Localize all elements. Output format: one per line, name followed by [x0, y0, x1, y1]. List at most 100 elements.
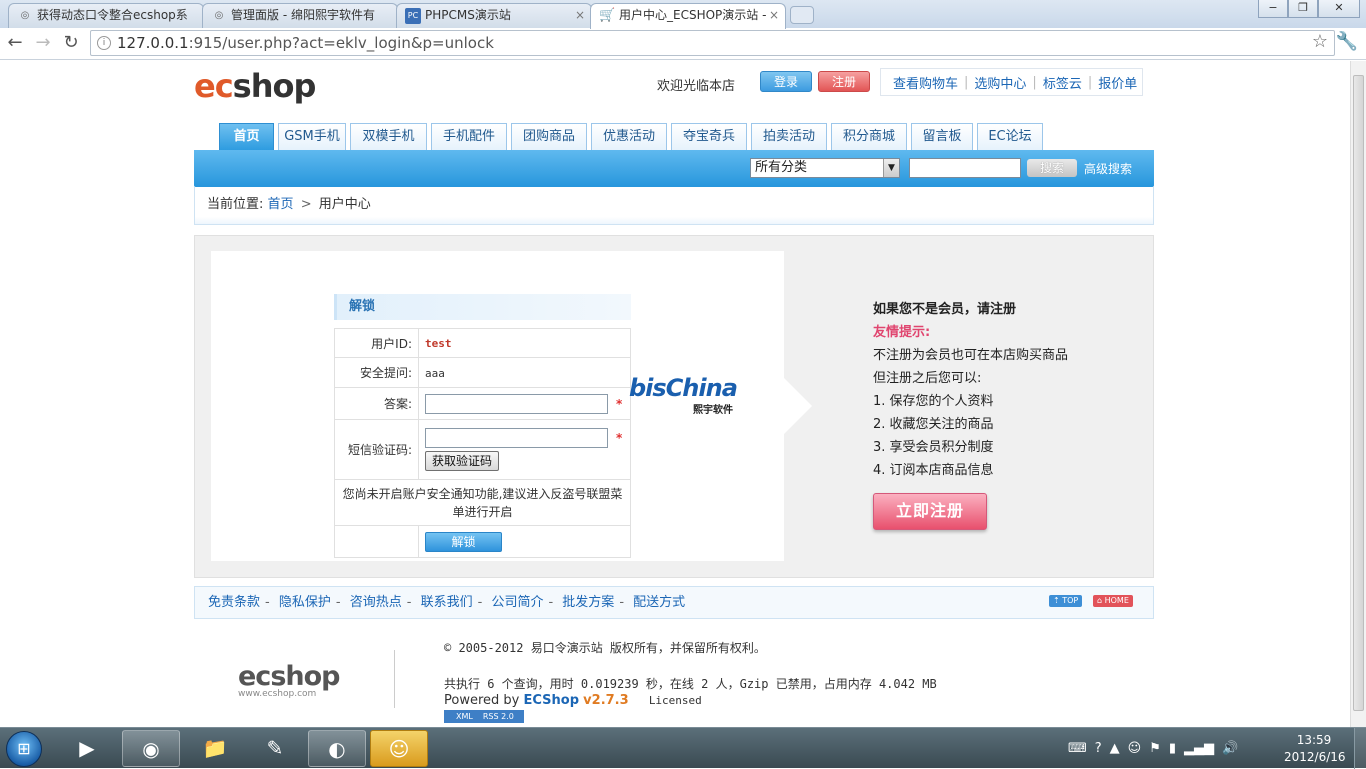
- close-tab-icon[interactable]: ×: [575, 4, 585, 26]
- footer-link[interactable]: 免责条款: [208, 595, 260, 610]
- keyboard-icon[interactable]: ⌨: [1068, 741, 1087, 756]
- network-icon[interactable]: ▂▄▆: [1184, 741, 1214, 756]
- login-button[interactable]: 登录: [760, 71, 812, 92]
- unlock-submit-button[interactable]: 解锁: [425, 531, 502, 552]
- nav-auction[interactable]: 拍卖活动: [751, 123, 827, 150]
- userid-label: 用户ID:: [334, 328, 419, 358]
- system-clock[interactable]: 13:59 2012/6/16: [1284, 732, 1346, 766]
- new-tab-button[interactable]: [790, 6, 814, 24]
- link-shopping-center[interactable]: 选购中心: [974, 73, 1026, 92]
- register-now-button[interactable]: 立即注册: [873, 493, 987, 530]
- battery-icon[interactable]: ▮: [1169, 741, 1176, 756]
- nav-group-buy[interactable]: 团购商品: [511, 123, 587, 150]
- required-mark: *: [616, 396, 623, 411]
- window-controls: − ❐ ✕: [1258, 0, 1360, 18]
- nav-dual-mode-phones[interactable]: 双模手机: [350, 123, 427, 150]
- sms-code-label: 短信验证码:: [334, 419, 419, 480]
- explorer-icon[interactable]: 📁: [186, 730, 244, 767]
- nav-message-board[interactable]: 留言板: [911, 123, 973, 150]
- nav-home[interactable]: 首页: [219, 123, 274, 150]
- footer-link[interactable]: 公司简介: [491, 595, 543, 610]
- unlock-panel: 解锁 用户ID: test 安全提问: aaa 答案: * 短信验证码: * 获…: [211, 251, 784, 561]
- globe-icon: ◎: [20, 10, 30, 21]
- volume-icon[interactable]: 🔊: [1222, 741, 1238, 756]
- sms-code-input[interactable]: [425, 428, 608, 448]
- media-player-icon[interactable]: ▶: [58, 730, 116, 767]
- cart-icon: 🛒: [599, 8, 616, 23]
- system-tray: ⌨ ? ▲ ☺ ⚑ ▮ ▂▄▆ 🔊: [1068, 728, 1238, 769]
- browser-tab-1[interactable]: ◎ 获得动态口令整合ecshop系: [8, 3, 204, 28]
- close-tab-icon[interactable]: ×: [769, 4, 779, 26]
- search-button[interactable]: 搜索: [1027, 159, 1077, 177]
- browser-tab-2[interactable]: ◎ 管理面版 - 绵阳熙宇软件有: [202, 3, 398, 28]
- help-icon[interactable]: ?: [1095, 741, 1102, 756]
- breadcrumb-home[interactable]: 首页: [268, 197, 294, 212]
- nav-promotions[interactable]: 优惠活动: [591, 123, 667, 150]
- ecshop-link[interactable]: ECShop: [524, 693, 580, 708]
- footer-link[interactable]: 隐私保护: [279, 595, 331, 610]
- app-icon[interactable]: ◐: [308, 730, 366, 767]
- nav-snatch[interactable]: 夺宝奇兵: [671, 123, 747, 150]
- nav-gsm-phones[interactable]: GSM手机: [278, 123, 346, 150]
- rss-feed-badge[interactable]: XML RSS 2.0: [444, 710, 524, 723]
- register-line: 但注册之后您可以:: [873, 371, 982, 386]
- browser-tab-strip: ◎ 获得动态口令整合ecshop系 ◎ 管理面版 - 绵阳熙宇软件有 PC PH…: [0, 0, 1366, 29]
- windows-taskbar: ⊞ ▶ ◉ 📁 ✎ ◐ ☺ ⌨ ? ▲ ☺ ⚑ ▮ ▂▄▆ 🔊 13:59 20…: [0, 727, 1366, 769]
- unlock-title: 解锁: [334, 294, 631, 320]
- start-button[interactable]: ⊞: [6, 731, 42, 767]
- page-info-icon[interactable]: i: [97, 36, 111, 50]
- answer-input[interactable]: [425, 393, 608, 414]
- chevron-up-icon[interactable]: ▲: [1110, 741, 1120, 756]
- show-desktop-button[interactable]: [1354, 728, 1366, 769]
- tab-title: PHPCMS演示站: [425, 8, 511, 22]
- ecshop-logo[interactable]: ecshop: [194, 67, 316, 105]
- wrench-menu-icon[interactable]: 🔧: [1336, 31, 1358, 52]
- clock-date: 2012/6/16: [1284, 750, 1346, 764]
- link-tag-cloud[interactable]: 标签云: [1043, 73, 1082, 92]
- chrome-icon[interactable]: ◉: [122, 730, 180, 767]
- panel-arrow: [784, 378, 812, 434]
- back-to-top-button[interactable]: ⇡ TOP: [1049, 595, 1083, 607]
- advanced-search-link[interactable]: 高级搜索: [1084, 160, 1132, 177]
- footer-link[interactable]: 批发方案: [562, 595, 614, 610]
- footer-link[interactable]: 配送方式: [633, 595, 685, 610]
- category-select-value: 所有分类: [755, 160, 808, 175]
- chevron-down-icon[interactable]: ▼: [883, 159, 899, 177]
- footer-link[interactable]: 咨询热点: [350, 595, 402, 610]
- search-input[interactable]: [909, 158, 1021, 178]
- get-code-button[interactable]: 获取验证码: [425, 451, 500, 471]
- footer-link[interactable]: 联系我们: [421, 595, 473, 610]
- qq-icon[interactable]: ☺: [370, 730, 428, 767]
- qq-tray-icon[interactable]: ☺: [1128, 741, 1142, 756]
- bookmark-star-icon[interactable]: ☆: [1312, 31, 1328, 52]
- register-title: 如果您不是会员，请注册: [873, 302, 1017, 317]
- register-benefit: 4. 订阅本店商品信息: [873, 463, 994, 478]
- answer-label: 答案:: [334, 387, 419, 420]
- browser-tab-4-active[interactable]: 🛒 用户中心_ECSHOP演示站 - ×: [590, 3, 786, 29]
- vertical-scrollbar[interactable]: [1350, 61, 1366, 727]
- notepad-icon[interactable]: ✎: [246, 730, 304, 767]
- flag-icon[interactable]: ⚑: [1149, 741, 1161, 756]
- register-button[interactable]: 注册: [818, 71, 870, 92]
- nav-points-mall[interactable]: 积分商城: [831, 123, 907, 150]
- minimize-button[interactable]: −: [1258, 0, 1288, 18]
- address-bar[interactable]: i 127.0.0.1:915/user.php?act=eklv_login&…: [90, 30, 1335, 56]
- powered-by: Powered by ECShop v2.7.3 Licensed: [444, 693, 702, 708]
- link-quote[interactable]: 报价单: [1098, 73, 1137, 92]
- home-button[interactable]: ⌂ HOME: [1093, 595, 1133, 607]
- nav-ec-forum[interactable]: EC论坛: [977, 123, 1043, 150]
- close-window-button[interactable]: ✕: [1318, 0, 1360, 18]
- maximize-button[interactable]: ❐: [1288, 0, 1318, 18]
- unlock-form-table: 用户ID: test 安全提问: aaa 答案: * 短信验证码: * 获取验证…: [334, 328, 631, 558]
- scrollbar-thumb[interactable]: [1353, 75, 1364, 711]
- register-benefit: 3. 享受会员积分制度: [873, 440, 994, 455]
- category-select[interactable]: 所有分类 ▼: [750, 158, 900, 178]
- register-benefit: 1. 保存您的个人资料: [873, 394, 994, 409]
- reload-icon[interactable]: ↻: [60, 32, 82, 54]
- forward-icon[interactable]: →: [32, 32, 54, 54]
- browser-tab-3[interactable]: PC PHPCMS演示站 ×: [396, 3, 592, 28]
- link-view-cart[interactable]: 查看购物车: [893, 73, 958, 92]
- back-icon[interactable]: ←: [4, 32, 26, 54]
- nav-accessories[interactable]: 手机配件: [431, 123, 507, 150]
- register-line: 不注册为会员也可在本店购买商品: [873, 348, 1069, 363]
